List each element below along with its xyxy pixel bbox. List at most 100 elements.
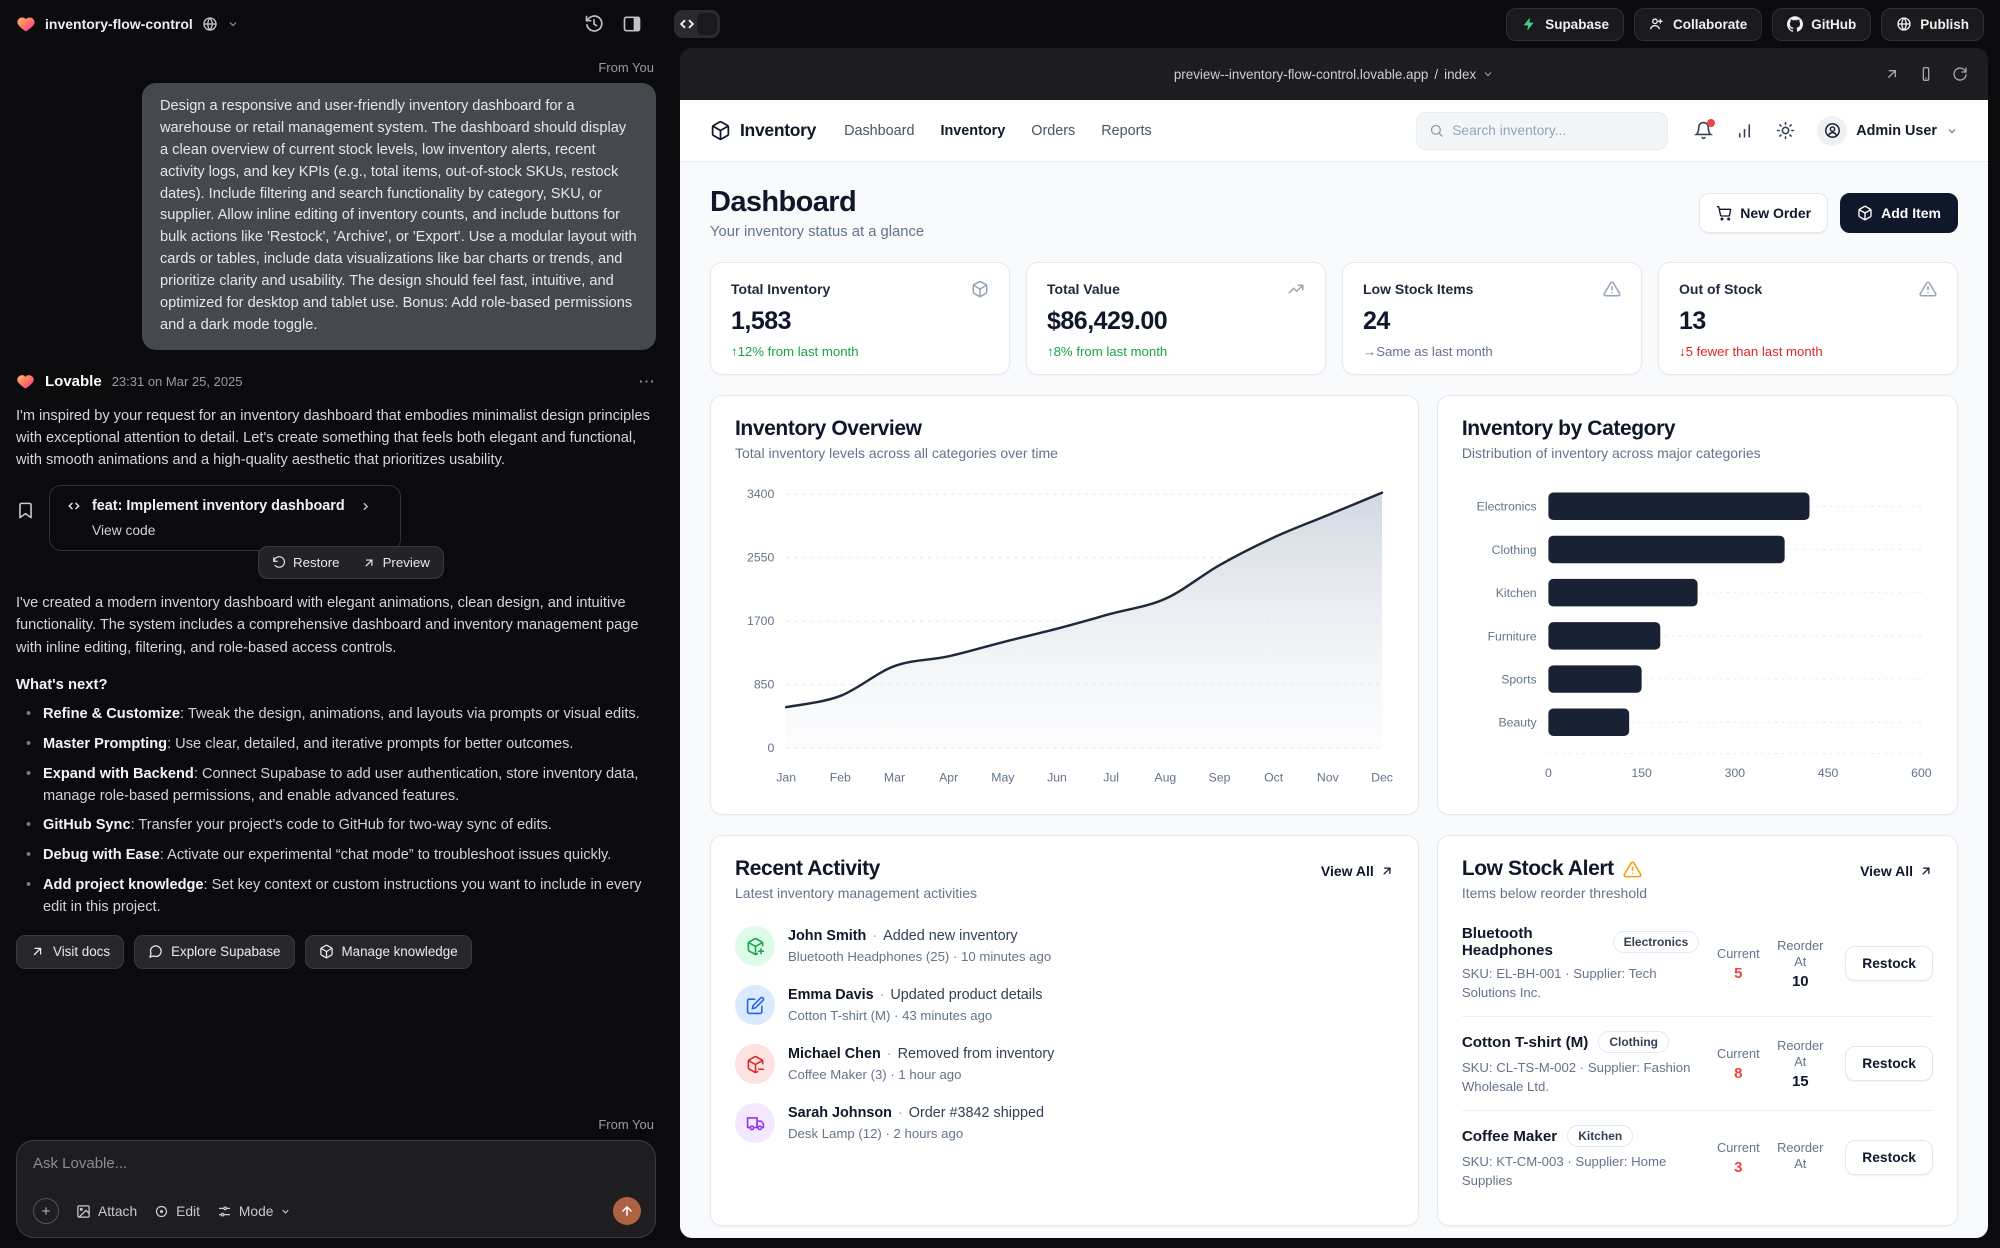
code-icon: [677, 14, 697, 34]
low-stock-row: Cotton T-shirt (M)Clothing SKU: CL-TS-M-…: [1462, 1016, 1933, 1110]
reorder-threshold: ReorderAt10: [1769, 938, 1831, 990]
restock-button[interactable]: Restock: [1845, 1046, 1933, 1081]
svg-text:Sports: Sports: [1501, 672, 1536, 686]
chart-title: Inventory by Category: [1462, 417, 1933, 441]
nav-link-orders[interactable]: Orders: [1031, 123, 1075, 139]
new-order-button[interactable]: New Order: [1699, 193, 1828, 233]
category-bar-chart: ElectronicsClothingKitchenFurnitureSport…: [1462, 469, 1933, 793]
nav-link-dashboard[interactable]: Dashboard: [844, 123, 914, 139]
nav-link-inventory[interactable]: Inventory: [940, 123, 1005, 139]
add-item-button[interactable]: Add Item: [1840, 193, 1958, 233]
visit-docs-button[interactable]: Visit docs: [16, 935, 124, 969]
svg-text:2550: 2550: [747, 551, 774, 565]
preview-button[interactable]: Preview: [352, 550, 440, 575]
explore-supabase-button[interactable]: Explore Supabase: [134, 935, 294, 969]
history-button[interactable]: [584, 14, 604, 34]
analytics-button[interactable]: [1735, 121, 1754, 140]
collaborate-button[interactable]: Collaborate: [1634, 8, 1762, 41]
edit-button[interactable]: Edit: [154, 1204, 200, 1219]
sliders-icon: [217, 1204, 232, 1219]
user-menu[interactable]: Admin User: [1817, 116, 1958, 146]
view-all-activity-link[interactable]: View All: [1321, 863, 1394, 879]
preview-url[interactable]: preview--inventory-flow-control.lovable.…: [1174, 67, 1494, 82]
svg-text:0: 0: [1545, 766, 1552, 780]
search-input[interactable]: [1452, 123, 1655, 138]
commit-card[interactable]: feat: Implement inventory dashboard View…: [49, 485, 401, 551]
message-menu-button[interactable]: ⋯: [638, 372, 656, 392]
add-button[interactable]: +: [33, 1198, 59, 1224]
restock-button[interactable]: Restock: [1845, 946, 1933, 981]
whats-next-item: Debug with Ease: Activate our experiment…: [16, 845, 656, 867]
site-brand[interactable]: Inventory: [710, 120, 816, 141]
svg-text:Kitchen: Kitchen: [1496, 586, 1537, 600]
mobile-view-button[interactable]: [1918, 66, 1934, 82]
restore-button[interactable]: Restore: [262, 550, 350, 575]
chat-composer[interactable]: + Attach Edit Mode: [16, 1140, 656, 1238]
refresh-button[interactable]: [1952, 66, 1968, 82]
avatar: [1817, 116, 1847, 146]
theme-toggle-button[interactable]: [1776, 121, 1795, 140]
kpi-delta: ↓5 fewer than last month: [1679, 344, 1937, 359]
activity-line: Sarah Johnson·Order #3842 shipped: [788, 1105, 1044, 1121]
quick-actions: Visit docs Explore Supabase Manage knowled…: [16, 935, 656, 969]
attach-label: Attach: [98, 1204, 137, 1219]
kpi-value: 13: [1679, 307, 1937, 336]
view-all-low-stock-link[interactable]: View All: [1860, 863, 1933, 879]
mode-label: Mode: [239, 1204, 274, 1219]
send-button[interactable]: [613, 1197, 641, 1225]
sun-icon: [1776, 121, 1795, 140]
svg-text:600: 600: [1911, 766, 1932, 780]
open-in-new-tab-button[interactable]: [1884, 66, 1900, 82]
nav-link-reports[interactable]: Reports: [1101, 123, 1151, 139]
current-stock: Current8: [1707, 1046, 1769, 1082]
arrow-up-icon: [620, 1204, 634, 1218]
github-button[interactable]: GitHub: [1772, 8, 1871, 41]
kpi-label: Out of Stock: [1679, 281, 1762, 297]
svg-text:Beauty: Beauty: [1498, 716, 1537, 730]
chevron-down-icon: [280, 1206, 291, 1217]
panel-icon: [622, 14, 642, 34]
item-name: Coffee Maker: [1462, 1128, 1557, 1145]
low-stock-title: Low Stock Alert: [1462, 857, 1614, 881]
user-name: Admin User: [1856, 123, 1937, 139]
bookmark-icon[interactable]: [16, 501, 35, 520]
history-icon: [584, 14, 604, 34]
cart-icon: [1716, 205, 1732, 221]
kpi-delta: ↑12% from last month: [731, 344, 989, 359]
svg-text:Jun: Jun: [1047, 771, 1067, 785]
bar-chart-icon: [1735, 121, 1754, 140]
mode-selector[interactable]: Mode: [217, 1204, 292, 1219]
supabase-button[interactable]: Supabase: [1506, 8, 1624, 41]
search-icon: [1429, 123, 1444, 138]
search-box[interactable]: [1416, 112, 1668, 150]
item-sku: SKU: KT-CM-003 · Supplier: Home Supplies: [1462, 1153, 1699, 1190]
whats-next-item: Master Prompting: Use clear, detailed, a…: [16, 734, 656, 756]
restock-button[interactable]: Restock: [1845, 1140, 1933, 1175]
toggle-sidebar-button[interactable]: [622, 14, 642, 34]
category-chip: Electronics: [1613, 931, 1700, 953]
item-name: Cotton T-shirt (M): [1462, 1034, 1589, 1051]
chat-input[interactable]: [33, 1155, 641, 1172]
publish-button[interactable]: Publish: [1881, 8, 1984, 41]
topbar-actions: Supabase Collaborate GitHub Publish: [1506, 8, 1984, 41]
code-view-toggle[interactable]: [674, 10, 720, 38]
chevron-down-icon[interactable]: [227, 18, 239, 30]
attach-button[interactable]: Attach: [76, 1204, 137, 1219]
notifications-button[interactable]: [1694, 121, 1713, 140]
svg-text:Oct: Oct: [1264, 771, 1284, 785]
kpi-label: Low Stock Items: [1363, 281, 1473, 297]
activity-row: Emma Davis·Updated product details Cotto…: [735, 976, 1394, 1035]
manage-knowledge-button[interactable]: Manage knowledge: [305, 935, 472, 969]
view-code-link[interactable]: View code: [92, 523, 384, 538]
category-chip: Clothing: [1598, 1031, 1669, 1053]
add-item-label: Add Item: [1881, 205, 1941, 221]
activity-line: Emma Davis·Updated product details: [788, 987, 1042, 1003]
svg-text:300: 300: [1724, 766, 1745, 780]
package-icon: [1857, 205, 1873, 221]
inventory-by-category-card: Inventory by Category Distribution of in…: [1437, 395, 1958, 815]
restore-icon: [272, 556, 286, 570]
project-menu[interactable]: inventory-flow-control: [16, 14, 239, 34]
reorder-threshold: ReorderAt: [1769, 1140, 1831, 1175]
preview-toolbar: preview--inventory-flow-control.lovable.…: [680, 48, 1988, 100]
alert-triangle-icon: [1603, 280, 1621, 298]
